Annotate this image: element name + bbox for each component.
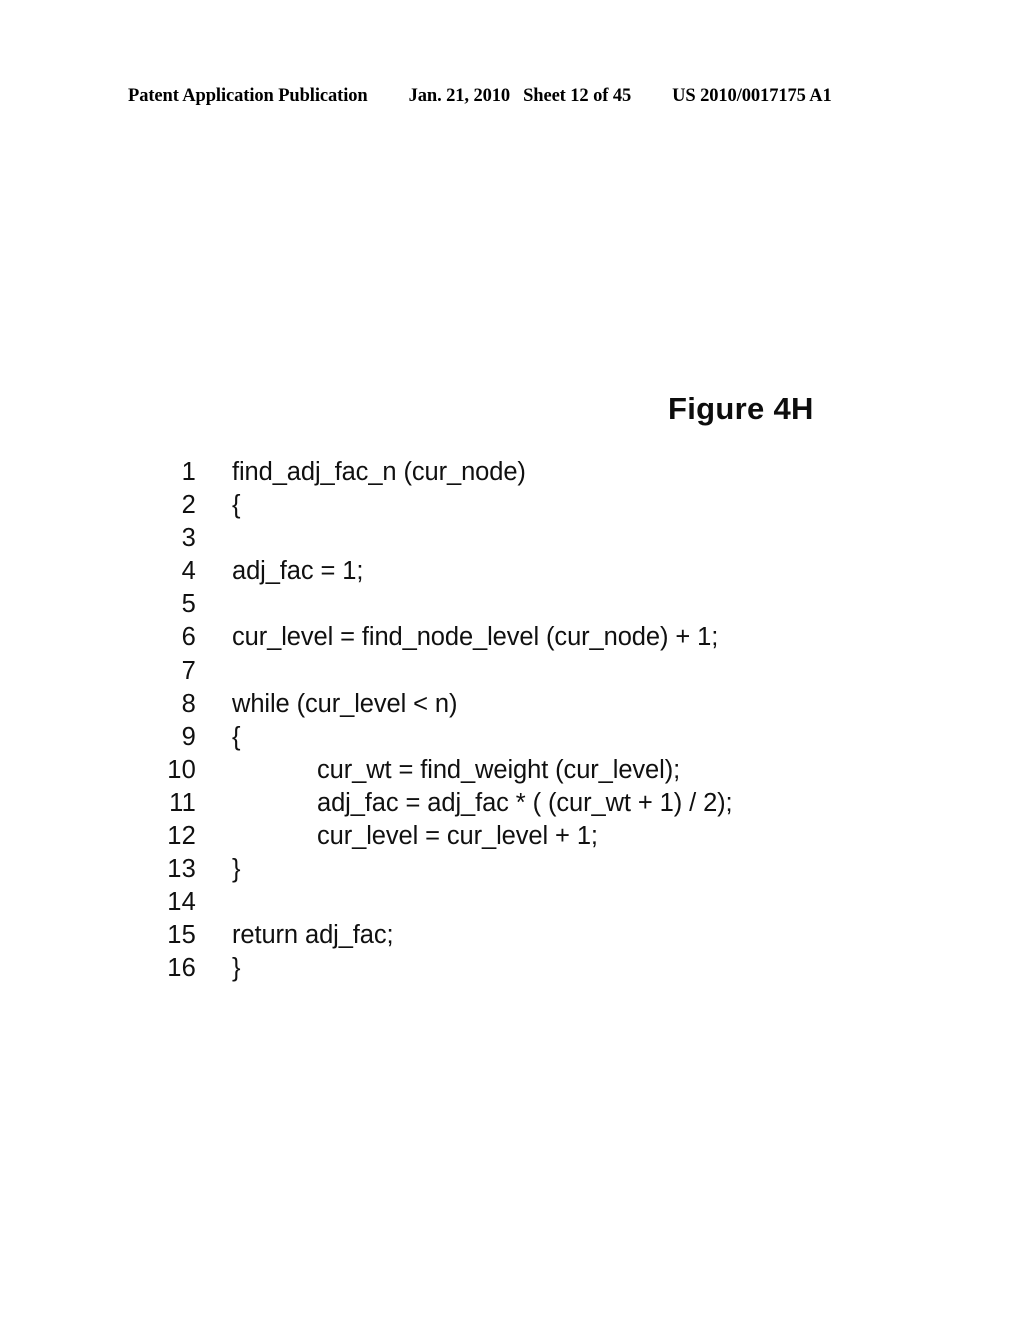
code-line-text: while (cur_level < n) <box>232 689 458 718</box>
code-line-text: } <box>232 954 241 983</box>
header-publication-label: Patent Application Publication <box>128 86 368 106</box>
code-line-text: { <box>232 491 241 520</box>
code-line: 11 adj_fac = adj_fac * ( (cur_wt + 1) / 2… <box>150 789 910 822</box>
code-line: 8 while (cur_level < n) <box>150 690 910 723</box>
code-line-number: 5 <box>181 590 196 619</box>
code-line-text: adj_fac = adj_fac * ( (cur_wt + 1) / 2); <box>317 788 733 817</box>
code-line-number: 12 <box>167 822 196 851</box>
code-line-number: 7 <box>181 656 196 685</box>
code-line-number: 15 <box>167 921 196 950</box>
code-line: 10 cur_wt = find_weight (cur_level); <box>150 756 910 789</box>
code-line-number: 16 <box>167 954 196 983</box>
code-line: 13} <box>150 855 910 888</box>
code-line: 16} <box>150 954 910 987</box>
header-date-label: Jan. 21, 2010 <box>408 86 511 106</box>
code-line: 9{ <box>150 723 910 756</box>
code-line: 2{ <box>150 491 910 524</box>
header-document-number: US 2010/0017175 A1 <box>672 86 832 106</box>
page-header: Patent Application Publication Jan. 21, … <box>128 86 896 110</box>
code-line: 15 return adj_fac; <box>150 921 910 954</box>
code-line: 1 find_adj_fac_n (cur_node) <box>150 458 910 491</box>
code-listing: 1 find_adj_fac_n (cur_node) 2{3 4 adj_fac = … <box>150 458 910 988</box>
code-line: 4 adj_fac = 1; <box>150 557 910 590</box>
code-line: 7 <box>150 657 910 690</box>
header-sheet-label: Sheet 12 of 45 <box>523 86 632 106</box>
code-line-number: 6 <box>181 623 196 652</box>
code-line-text: find_adj_fac_n (cur_node) <box>232 458 526 486</box>
code-line: 5 <box>150 590 910 623</box>
code-line-text: cur_level = cur_level + 1; <box>317 822 598 851</box>
code-line-number: 3 <box>181 524 196 553</box>
code-line-number: 1 <box>181 458 196 486</box>
code-line-number: 2 <box>181 491 196 520</box>
code-line: 14 <box>150 888 910 921</box>
code-line: 3 <box>150 524 910 557</box>
figure-caption: Figure 4H <box>668 391 814 426</box>
code-line-text: adj_fac = 1; <box>232 557 364 586</box>
code-line-text: cur_level = find_node_level (cur_node) +… <box>232 623 719 652</box>
code-line-text: return adj_fac; <box>232 921 394 950</box>
code-line-number: 14 <box>167 888 196 917</box>
code-line-number: 8 <box>181 689 196 718</box>
code-line-number: 11 <box>169 788 196 817</box>
code-line-text: cur_wt = find_weight (cur_level); <box>317 755 681 784</box>
code-line-number: 4 <box>181 557 196 586</box>
code-line-number: 9 <box>181 722 196 751</box>
code-line-text: } <box>232 855 241 884</box>
code-line: 6 cur_level = find_node_level (cur_node) … <box>150 623 910 656</box>
code-line-number: 10 <box>167 755 196 784</box>
code-line-text: { <box>232 722 241 751</box>
code-line: 12 cur_level = cur_level + 1; <box>150 822 910 855</box>
code-line-number: 13 <box>167 855 196 884</box>
